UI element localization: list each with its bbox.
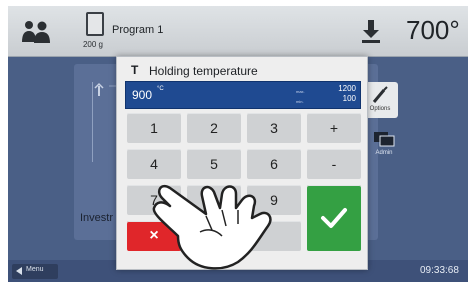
min-value: 100 xyxy=(342,94,356,103)
current-temperature: 700° xyxy=(406,15,460,45)
admin-icon xyxy=(374,132,395,147)
menu-label: Menu xyxy=(26,266,44,273)
key-4[interactable]: 4 xyxy=(127,149,181,179)
key-7[interactable]: 7 xyxy=(127,185,181,215)
clock: 09:33:68 xyxy=(420,265,459,276)
value-text: 900 xyxy=(132,88,153,102)
key-8[interactable]: 8 xyxy=(187,185,241,215)
investment-label: Investr xyxy=(80,212,114,224)
max-label: max. xyxy=(296,89,305,94)
value-input-field[interactable]: 900 °C max. 1200 min. 100 xyxy=(125,81,361,109)
key-minus[interactable]: - xyxy=(307,149,361,179)
key-6[interactable]: 6 xyxy=(247,149,301,179)
value-unit: °C xyxy=(157,86,164,92)
key-9[interactable]: 9 xyxy=(247,185,301,215)
cooling-icon xyxy=(360,19,382,45)
key-2[interactable]: 2 xyxy=(187,113,241,143)
numeric-keypad-dialog: T Holding temperature 900 °C max. 1200 m… xyxy=(116,56,368,270)
key-backspace[interactable] xyxy=(247,221,301,251)
back-arrow-icon xyxy=(16,267,22,275)
max-value: 1200 xyxy=(338,84,356,93)
users-icon[interactable] xyxy=(20,18,52,44)
menu-button[interactable]: Menu xyxy=(12,264,58,279)
cancel-button[interactable]: × xyxy=(127,221,181,251)
admin-label: Admin xyxy=(375,150,393,156)
checkmark-icon xyxy=(321,208,347,228)
min-label: min. xyxy=(296,99,304,104)
key-0[interactable] xyxy=(187,221,241,251)
key-1[interactable]: 1 xyxy=(127,113,181,143)
admin-button[interactable]: Admin xyxy=(370,128,398,160)
temperature-icon: T xyxy=(131,63,139,77)
key-3[interactable]: 3 xyxy=(247,113,301,143)
key-5[interactable]: 5 xyxy=(187,149,241,179)
program-number: 200 g xyxy=(82,40,104,49)
dialog-title: Holding temperature xyxy=(149,64,258,78)
program-icon[interactable]: 200 g xyxy=(80,10,106,50)
program-title[interactable]: Program 1 xyxy=(112,24,163,36)
status-bar: 200 g Program 1 700° xyxy=(8,6,468,57)
confirm-button[interactable] xyxy=(307,185,361,251)
key-plus[interactable]: + xyxy=(307,113,361,143)
